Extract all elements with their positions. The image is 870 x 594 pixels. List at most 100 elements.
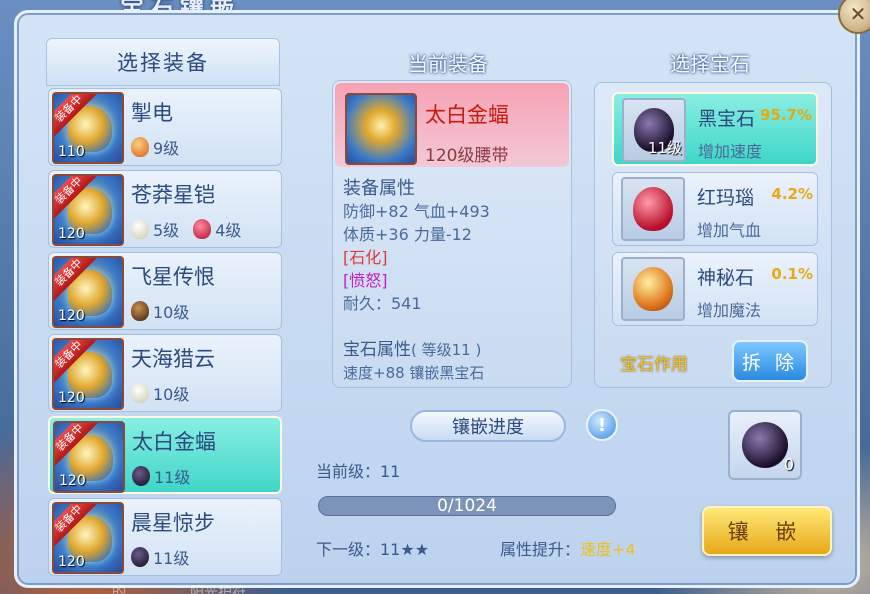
equipment-level: 120 bbox=[58, 390, 85, 406]
equipment-list: 装备中 110 掣电 9级 装备中 120 苍莽星铠 5级 4级 装备中 120… bbox=[48, 88, 282, 580]
red-gem-icon bbox=[633, 187, 673, 231]
gem-card-desc: 增加气血 bbox=[697, 221, 762, 240]
current-item-type: 120级腰带 bbox=[425, 146, 509, 166]
gem-black-icon bbox=[131, 547, 149, 567]
remove-button[interactable]: 拆 除 bbox=[732, 340, 808, 382]
next-level-text: 下一级：11★★ bbox=[316, 540, 430, 559]
current-level-text: 当前级：11 bbox=[316, 462, 401, 481]
gem-level-label: 5级 bbox=[153, 221, 180, 240]
equipment-name: 天海猎云 bbox=[131, 347, 215, 371]
gem-white-icon bbox=[131, 383, 149, 403]
equipment-level: 110 bbox=[58, 144, 85, 160]
attr-line-2: 体质+36 力量-12 bbox=[343, 225, 472, 244]
equipment-level: 120 bbox=[58, 308, 85, 324]
gem-card-percent: 4.2% bbox=[771, 185, 813, 203]
gem-level-label: 9级 bbox=[153, 139, 180, 158]
gem-tags: 11级 bbox=[131, 545, 189, 569]
inlay-progress-title: 镶嵌进度 bbox=[410, 410, 566, 442]
equipment-item[interactable]: 装备中 120 飞星传恨 10级 bbox=[48, 252, 282, 330]
gem-level-tag: 11级 bbox=[132, 464, 190, 488]
equipment-level: 120 bbox=[58, 554, 85, 570]
gem-tags: 9级 bbox=[131, 135, 179, 159]
gem-card-name: 黑宝石 bbox=[698, 108, 756, 130]
gem-card-desc: 增加速度 bbox=[698, 142, 763, 161]
gem-tags: 5级 4级 bbox=[131, 217, 241, 241]
attr-title: 装备属性 bbox=[343, 178, 415, 199]
gem-slot-count: 0 bbox=[783, 455, 794, 474]
select-equipment-header: 选择装备 bbox=[46, 38, 280, 86]
gem-red-icon bbox=[193, 219, 212, 239]
gem-level-tag: 5级 bbox=[131, 217, 179, 241]
gem-level-label: 4级 bbox=[215, 221, 242, 240]
gem-brown-icon bbox=[131, 301, 149, 321]
progress-text: 0/1024 bbox=[437, 496, 497, 516]
myst-gem-icon bbox=[633, 267, 673, 311]
equipment-item[interactable]: 装备中 120 天海猎云 10级 bbox=[48, 334, 282, 412]
belt-item-icon bbox=[345, 93, 417, 165]
equipment-name: 飞星传恨 bbox=[131, 265, 215, 289]
gem-level-tag: 11级 bbox=[131, 545, 189, 569]
attr-up-value: 速度+4 bbox=[580, 540, 636, 559]
gem-card-icon: 11级 bbox=[622, 98, 686, 162]
equipment-item[interactable]: 装备中 120 晨星惊步 11级 bbox=[48, 498, 282, 576]
current-equipment-header: 太白金蝠 120级腰带 bbox=[335, 83, 569, 167]
gem-tags: 10级 bbox=[131, 381, 189, 405]
attribute-increase: 属性提升：速度+4 bbox=[500, 536, 636, 560]
gem-tags: 10级 bbox=[131, 299, 189, 323]
equipment-name: 掣电 bbox=[131, 101, 173, 125]
inlay-button[interactable]: 镶 嵌 bbox=[702, 506, 832, 556]
equipment-item[interactable]: 装备中 120 苍莽星铠 5级 4级 bbox=[48, 170, 282, 248]
equipment-icon: 装备中 110 bbox=[52, 92, 124, 164]
gem-level-label: 11级 bbox=[153, 549, 190, 568]
gem-card-percent: 0.1% bbox=[771, 265, 813, 283]
gem-tags: 11级 bbox=[132, 464, 190, 488]
gem-card[interactable]: 11级 黑宝石 95.7% 增加速度 bbox=[612, 92, 818, 166]
gem-slot[interactable]: 0 bbox=[728, 410, 802, 480]
equipment-icon: 装备中 120 bbox=[53, 421, 125, 493]
equipment-icon: 装备中 120 bbox=[52, 338, 124, 410]
current-equipment-title: 当前装备 bbox=[408, 52, 488, 76]
attr-special-stone: [石化] bbox=[343, 248, 388, 267]
equipment-name: 太白金蝠 bbox=[132, 430, 216, 454]
attr-up-label: 属性提升： bbox=[500, 540, 581, 559]
gem-attr-line: 速度+88 镶嵌黑宝石 bbox=[343, 364, 485, 382]
gem-card-icon bbox=[621, 257, 685, 321]
gem-effect-link[interactable]: 宝石作用 bbox=[620, 350, 688, 375]
equipment-level: 120 bbox=[59, 473, 86, 489]
durability-text: 耐久：541 bbox=[343, 294, 422, 313]
gem-level-tag: 4级 bbox=[193, 217, 241, 241]
equipment-level: 120 bbox=[58, 226, 85, 242]
equipment-item[interactable]: 装备中 120 太白金蝠 11级 bbox=[48, 416, 282, 494]
equipment-icon: 装备中 120 bbox=[52, 256, 124, 328]
gem-card-desc: 增加魔法 bbox=[697, 301, 762, 320]
gem-card[interactable]: 红玛瑙 4.2% 增加气血 bbox=[612, 172, 818, 246]
equipment-icon: 装备中 120 bbox=[52, 502, 124, 574]
gem-card-level: 11级 bbox=[647, 139, 682, 157]
gem-level-tag: 9级 bbox=[131, 135, 179, 159]
gem-level-label: 10级 bbox=[153, 303, 190, 322]
equipment-attributes: 装备属性 防御+82 气血+493 体质+36 力量-12 [石化] [愤怒] … bbox=[343, 177, 490, 315]
gem-black-icon bbox=[132, 466, 150, 486]
equipment-name: 苍莽星铠 bbox=[131, 183, 215, 207]
black-gem-icon bbox=[742, 422, 788, 468]
gem-card-icon bbox=[621, 177, 685, 241]
gem-attr-title: 宝石属性 bbox=[343, 340, 411, 360]
current-item-name: 太白金蝠 bbox=[425, 103, 509, 127]
gem-level-tag: 10级 bbox=[131, 299, 189, 323]
gem-card[interactable]: 神秘石 0.1% 增加魔法 bbox=[612, 252, 818, 326]
help-icon[interactable]: ! bbox=[586, 409, 618, 441]
gem-card-name: 神秘石 bbox=[697, 267, 755, 289]
equipment-icon: 装备中 120 bbox=[52, 174, 124, 246]
gem-level-label: 10级 bbox=[153, 385, 190, 404]
background-text: 的 bbox=[112, 585, 126, 594]
gem-attributes: 宝石属性( 等级11 ) 速度+88 镶嵌黑宝石 bbox=[343, 339, 484, 385]
gem-card-percent: 95.7% bbox=[759, 106, 812, 124]
attr-special-rage: [愤怒] bbox=[343, 271, 388, 290]
gem-level-label: 11级 bbox=[154, 468, 191, 487]
gem-amber-icon bbox=[131, 137, 149, 157]
attr-line-1: 防御+82 气血+493 bbox=[343, 202, 490, 221]
current-equipment-panel: 太白金蝠 120级腰带 装备属性 防御+82 气血+493 体质+36 力量-1… bbox=[332, 80, 572, 388]
equipment-item[interactable]: 装备中 110 掣电 9级 bbox=[48, 88, 282, 166]
select-gem-title: 选择宝石 bbox=[670, 52, 750, 76]
gem-attr-level: ( 等级11 ) bbox=[411, 341, 482, 359]
